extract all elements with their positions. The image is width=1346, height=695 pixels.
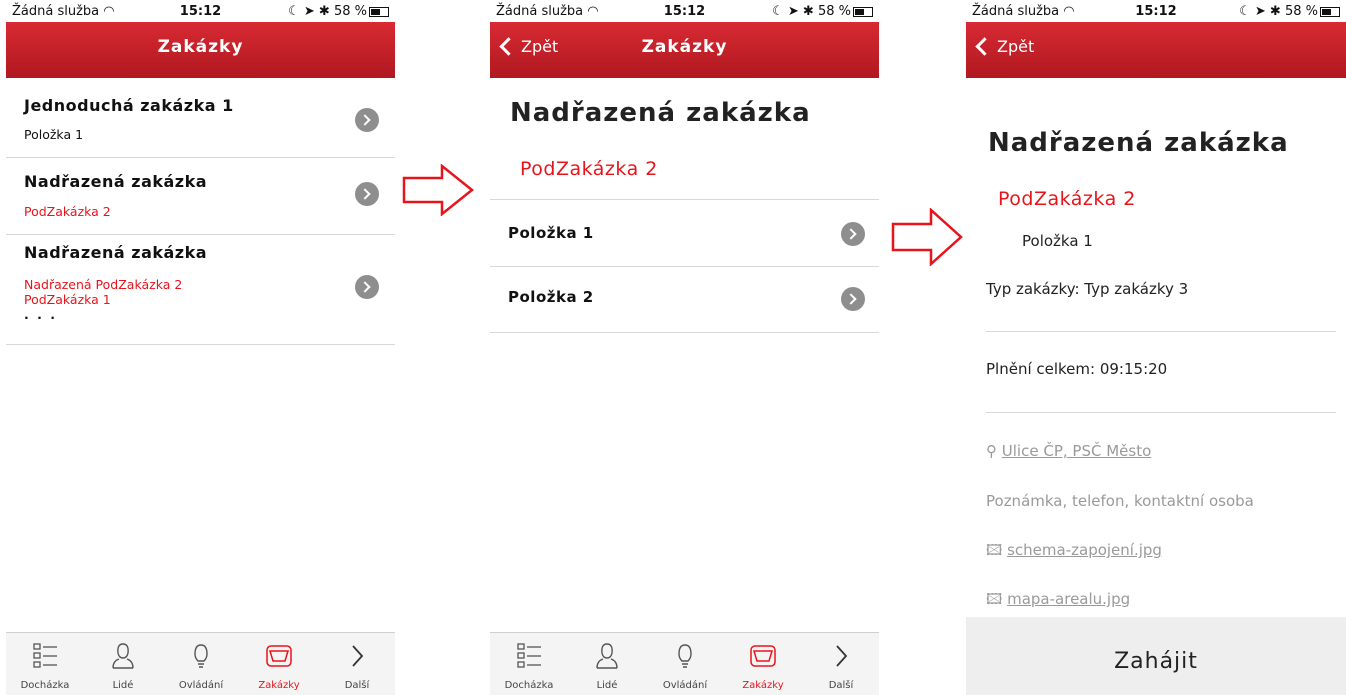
flow-arrow-icon: [402, 164, 474, 216]
tab-dalsi[interactable]: Další: [318, 633, 395, 695]
list-item-job-2[interactable]: Nadřazená zakázka PodZakázka 2: [6, 158, 395, 235]
lightbulb-icon: [194, 644, 208, 668]
battery-icon: [1320, 6, 1340, 17]
list-item-title: Položka 2: [508, 288, 594, 306]
tab-ovladani[interactable]: Ovládání: [646, 633, 724, 695]
total-time: Plnění celkem: 09:15:20: [986, 360, 1168, 378]
checklist-icon: [517, 643, 541, 668]
tab-lide[interactable]: Lidé: [568, 633, 646, 695]
list-item-title: Položka 1: [508, 224, 594, 242]
battery-icon: [369, 6, 389, 17]
tab-bar: Docházka Lidé Ovládání Zakázky Další: [6, 632, 395, 695]
status-bar: Žádná služba ◠ 15:12 ☾ ➤ ✱ 58 %: [6, 0, 395, 24]
list-item-subtitle: Položka 1: [24, 127, 84, 142]
tab-lide[interactable]: Lidé: [84, 633, 162, 695]
list-item-title: Nadřazená zakázka: [24, 172, 208, 191]
tab-bar: Docházka Lidé Ovládání Zakázky Další: [490, 632, 879, 695]
divider: [986, 331, 1336, 332]
item-name: Položka 1: [1022, 232, 1093, 250]
checklist-icon: [33, 643, 57, 668]
status-right: ☾ ➤ ✱ 58 %: [288, 4, 389, 19]
chevron-left-icon: [975, 37, 994, 56]
list-item-polozka-2[interactable]: Položka 2: [490, 266, 879, 333]
disclosure-chevron-icon[interactable]: [355, 275, 379, 299]
address-link[interactable]: ⚲ Ulice ČP, PSČ Město: [986, 442, 1151, 460]
list-item-more: . . .: [24, 307, 57, 322]
note-text: Poznámka, telefon, kontaktní osoba: [986, 492, 1254, 510]
person-icon: [112, 643, 134, 669]
list-item-title: Nadřazená zakázka: [24, 243, 208, 262]
list-item-subtitle: PodZakázka 2: [24, 204, 111, 219]
page-title: Nadřazená zakázka: [510, 98, 811, 128]
battery-icon: [853, 6, 873, 17]
chevron-right-icon: [352, 645, 364, 667]
disclosure-chevron-icon[interactable]: [355, 108, 379, 132]
screen-job-detail: Žádná služba ◠ 15:12 ☾ ➤ ✱ 58 % Zpět Nad…: [966, 0, 1346, 695]
list-item-subtitle: Nadřazená PodZakázka 2: [24, 277, 183, 292]
list-item-job-3[interactable]: Nadřazená zakázka Nadřazená PodZakázka 2…: [6, 235, 395, 345]
start-button[interactable]: Zahájit: [966, 617, 1346, 695]
chevron-right-icon: [836, 645, 848, 667]
list-item-job-1[interactable]: Jednoduchá zakázka 1 Položka 1: [6, 78, 395, 158]
disclosure-chevron-icon[interactable]: [841, 287, 865, 311]
page-title: Nadřazená zakázka: [988, 128, 1289, 158]
status-right: ☾ ➤ ✱ 58 %: [772, 4, 873, 19]
attachment-link-1[interactable]: 🖾 schema-zapojení.jpg: [986, 540, 1162, 565]
inbox-icon: [750, 645, 776, 667]
screen-parent-job: Žádná služba ◠ 15:12 ☾ ➤ ✱ 58 % Zpět Zak…: [490, 0, 879, 695]
flow-arrow-icon: [891, 208, 963, 266]
inbox-icon: [266, 645, 292, 667]
nav-bar: Zpět: [966, 22, 1346, 78]
nav-title: Zakázky: [157, 37, 244, 57]
person-icon: [596, 643, 618, 669]
tab-zakazky[interactable]: Zakázky: [724, 633, 802, 695]
subjob-title: PodZakázka 2: [998, 188, 1136, 210]
screen-job-list: Žádná služba ◠ 15:12 ☾ ➤ ✱ 58 % Zakázky …: [6, 0, 395, 695]
tab-zakazky[interactable]: Zakázky: [240, 633, 318, 695]
status-right: ☾ ➤ ✱ 58 %: [1239, 4, 1340, 19]
tab-dochazka[interactable]: Docházka: [490, 633, 568, 695]
disclosure-chevron-icon[interactable]: [355, 182, 379, 206]
disclosure-chevron-icon[interactable]: [841, 222, 865, 246]
nav-bar: Zpět Zakázky: [490, 22, 879, 78]
back-button[interactable]: Zpět: [974, 37, 1034, 56]
list-item-subtitle: PodZakázka 1: [24, 292, 111, 307]
list-item-polozka-1[interactable]: Položka 1: [490, 199, 879, 267]
tab-ovladani[interactable]: Ovládání: [162, 633, 240, 695]
nav-bar: Zakázky: [6, 22, 395, 78]
location-pin-icon: ⚲: [986, 442, 997, 460]
image-icon: 🖾: [986, 541, 1003, 559]
subjob-title: PodZakázka 2: [520, 158, 658, 180]
job-type: Typ zakázky: Typ zakázky 3: [986, 280, 1189, 298]
status-bar: Žádná služba ◠ 15:12 ☾ ➤ ✱ 58 %: [490, 0, 879, 24]
tab-dochazka[interactable]: Docházka: [6, 633, 84, 695]
tab-dalsi[interactable]: Další: [802, 633, 879, 695]
divider: [986, 412, 1336, 413]
list-item-title: Jednoduchá zakázka 1: [24, 96, 234, 115]
status-bar: Žádná služba ◠ 15:12 ☾ ➤ ✱ 58 %: [966, 0, 1346, 24]
lightbulb-icon: [678, 644, 692, 668]
attachment-link-2[interactable]: 🖾 mapa-arealu.jpg: [986, 589, 1130, 614]
nav-title: Zakázky: [641, 37, 728, 57]
image-icon: 🖾: [986, 590, 1003, 608]
